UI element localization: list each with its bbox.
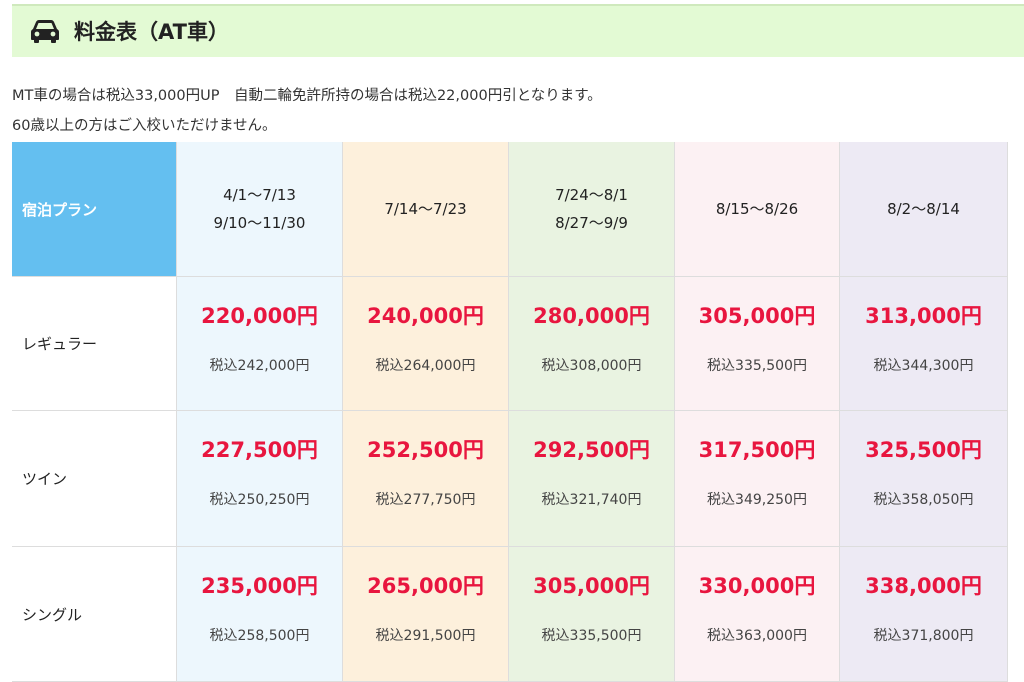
car-icon — [31, 20, 59, 43]
row-label-regular: レギュラー — [12, 277, 177, 411]
price: 220,000円 — [201, 304, 318, 328]
page: 料金表（AT車） MT車の場合は税込33,000円UP 自動二輪免許所持の場合は… — [0, 0, 1024, 682]
price: 240,000円 — [367, 304, 484, 328]
price: 305,000円 — [698, 304, 816, 328]
note-age-limit: 60歳以上の方はご入校いただけません。 — [12, 118, 277, 134]
price-tax-included: 税込371,800円 — [873, 628, 974, 644]
period-1-line2: 9/10〜11/30 — [213, 214, 306, 232]
period-header-4: 8/15〜8/26 — [675, 142, 840, 277]
price-tax-included: 税込349,250円 — [707, 492, 807, 508]
price-tax-included: 税込277,750円 — [375, 492, 476, 508]
period-2-line1: 7/14〜7/23 — [384, 200, 467, 218]
price: 317,500円 — [698, 438, 816, 462]
price-cell-regular-4: 305,000円 税込335,500円 — [675, 277, 840, 411]
price-cell-regular-5: 313,000円 税込344,300円 — [840, 277, 1008, 411]
price-tax-included: 税込264,000円 — [375, 358, 476, 374]
price-tax-included: 税込335,500円 — [541, 628, 642, 644]
price: 227,500円 — [201, 438, 318, 462]
section-title-bar: 料金表（AT車） — [12, 4, 1024, 57]
row-label-twin: ツイン — [12, 411, 177, 547]
price-tax-included: 税込291,500円 — [375, 628, 476, 644]
period-header-3: 7/24〜8/1 8/27〜9/9 — [509, 142, 675, 277]
period-3-line1: 7/24〜8/1 — [555, 186, 628, 204]
price: 313,000円 — [865, 304, 982, 328]
price-cell-single-4: 330,000円 税込363,000円 — [675, 547, 840, 682]
price-tax-included: 税込258,500円 — [209, 628, 310, 644]
price: 252,500円 — [367, 438, 484, 462]
price: 330,000円 — [698, 574, 816, 598]
period-header-2: 7/14〜7/23 — [343, 142, 509, 277]
price: 305,000円 — [533, 574, 650, 598]
price-tax-included: 税込344,300円 — [873, 358, 974, 374]
price-cell-regular-2: 240,000円 税込264,000円 — [343, 277, 509, 411]
period-header-1: 4/1〜7/13 9/10〜11/30 — [177, 142, 343, 277]
price-cell-single-2: 265,000円 税込291,500円 — [343, 547, 509, 682]
price-table: 宿泊プラン 4/1〜7/13 9/10〜11/30 7/14〜7/23 7/24… — [12, 142, 1008, 682]
price: 235,000円 — [201, 574, 318, 598]
period-1-line1: 4/1〜7/13 — [223, 186, 296, 204]
price-cell-twin-2: 252,500円 税込277,750円 — [343, 411, 509, 547]
note-mt-license: MT車の場合は税込33,000円UP 自動二輪免許所持の場合は税込22,000円… — [12, 88, 602, 104]
price-cell-single-5: 338,000円 税込371,800円 — [840, 547, 1008, 682]
period-header-5: 8/2〜8/14 — [840, 142, 1008, 277]
price-tax-included: 税込250,250円 — [209, 492, 310, 508]
price-cell-twin-5: 325,500円 税込358,050円 — [840, 411, 1008, 547]
price: 338,000円 — [865, 574, 982, 598]
price: 265,000円 — [367, 574, 484, 598]
price: 280,000円 — [533, 304, 650, 328]
price-cell-regular-3: 280,000円 税込308,000円 — [509, 277, 675, 411]
row-label-single: シングル — [12, 547, 177, 682]
price-cell-twin-4: 317,500円 税込349,250円 — [675, 411, 840, 547]
price-cell-single-3: 305,000円 税込335,500円 — [509, 547, 675, 682]
price-tax-included: 税込335,500円 — [707, 358, 807, 374]
period-5-line1: 8/2〜8/14 — [887, 200, 960, 218]
price-tax-included: 税込242,000円 — [209, 358, 310, 374]
price-cell-regular-1: 220,000円 税込242,000円 — [177, 277, 343, 411]
price-tax-included: 税込308,000円 — [541, 358, 642, 374]
table-corner-header: 宿泊プラン — [12, 142, 177, 277]
price: 292,500円 — [533, 438, 650, 462]
section-title: 料金表（AT車） — [74, 20, 229, 44]
period-4-line1: 8/15〜8/26 — [715, 200, 799, 218]
price: 325,500円 — [865, 438, 982, 462]
price-cell-twin-3: 292,500円 税込321,740円 — [509, 411, 675, 547]
price-cell-single-1: 235,000円 税込258,500円 — [177, 547, 343, 682]
period-3-line2: 8/27〜9/9 — [555, 214, 628, 232]
price-tax-included: 税込363,000円 — [707, 628, 807, 644]
price-tax-included: 税込358,050円 — [873, 492, 974, 508]
price-tax-included: 税込321,740円 — [541, 492, 642, 508]
price-cell-twin-1: 227,500円 税込250,250円 — [177, 411, 343, 547]
